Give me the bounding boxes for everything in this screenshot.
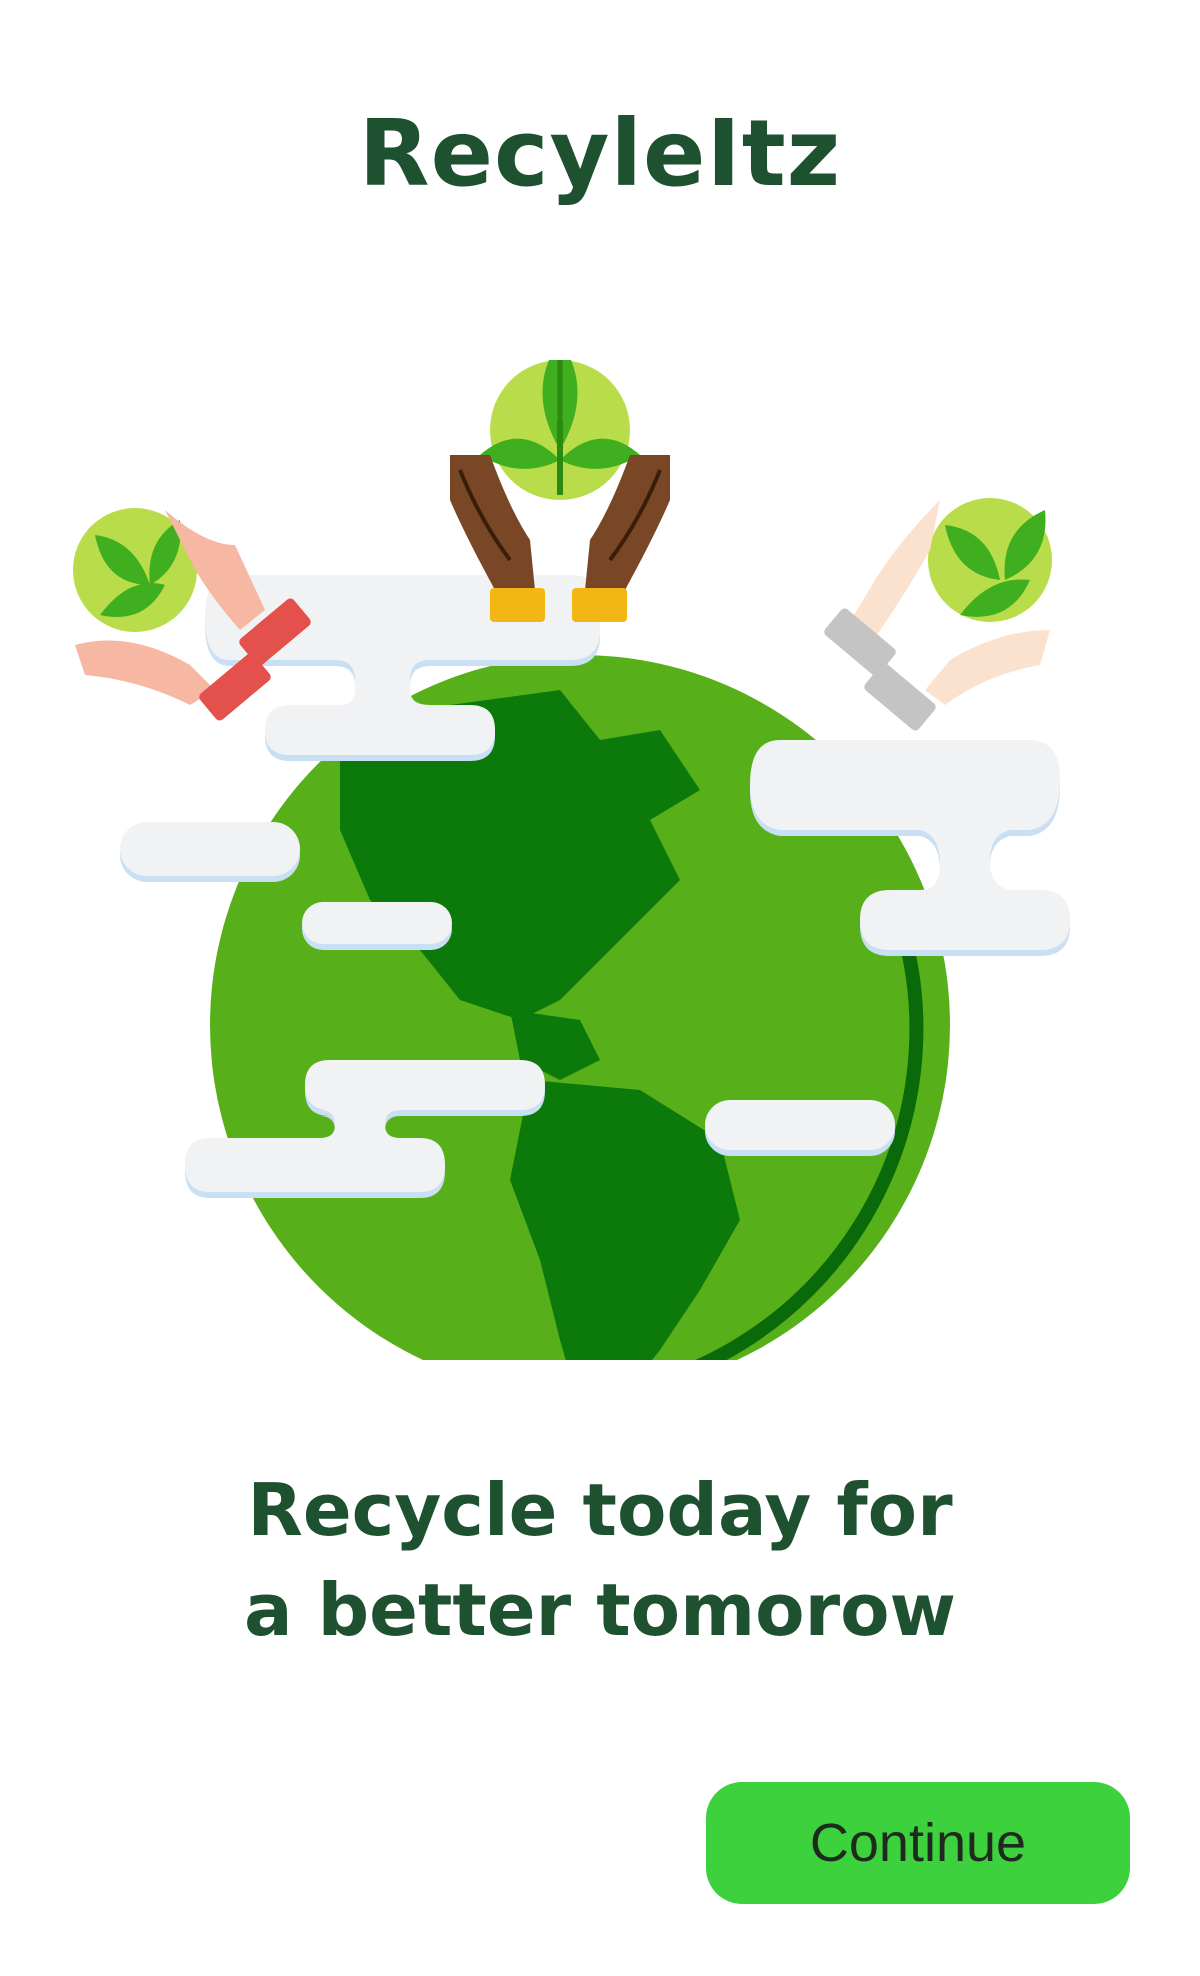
tagline: Recycle today for a better tomorow xyxy=(0,1460,1200,1660)
tagline-line-2: a better tomorow xyxy=(243,1568,957,1652)
app-title: RecyleItz xyxy=(358,100,842,207)
right-hands-plant-icon xyxy=(824,498,1052,731)
left-hands-plant-icon xyxy=(73,508,311,721)
tagline-line-1: Recycle today for xyxy=(247,1468,953,1552)
continue-button[interactable]: Continue xyxy=(706,1782,1130,1904)
earth-hands-illustration xyxy=(73,360,1070,1360)
